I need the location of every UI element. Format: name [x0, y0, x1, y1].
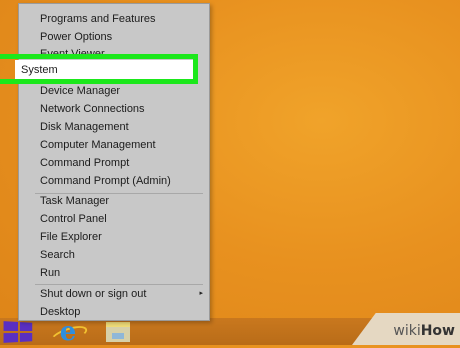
submenu-arrow-icon: ▸: [199, 290, 203, 297]
menu-item-file-explorer[interactable]: File Explorer: [19, 228, 209, 246]
menu-item-command-prompt-admin[interactable]: Command Prompt (Admin): [19, 172, 209, 190]
power-user-menu: Programs and Features Power Options Even…: [18, 3, 210, 321]
menu-item-computer-management[interactable]: Computer Management: [19, 136, 209, 154]
menu-item-task-manager[interactable]: Task Manager: [19, 192, 209, 210]
menu-item-command-prompt[interactable]: Command Prompt: [19, 154, 209, 172]
windows-start-icon[interactable]: [3, 321, 33, 343]
menu-item-network-connections[interactable]: Network Connections: [19, 100, 209, 118]
menu-item-disk-management[interactable]: Disk Management: [19, 118, 209, 136]
menu-item-power-options[interactable]: Power Options: [19, 28, 209, 46]
menu-item-device-manager[interactable]: Device Manager: [19, 82, 209, 100]
watermark-prefix: wiki: [393, 323, 421, 339]
menu-item-control-panel[interactable]: Control Panel: [19, 210, 209, 228]
wikihow-watermark: wikiHow: [393, 323, 455, 339]
internet-explorer-icon[interactable]: e: [55, 319, 81, 345]
menu-item-desktop[interactable]: Desktop: [19, 303, 209, 321]
menu-item-programs-and-features[interactable]: Programs and Features: [19, 10, 209, 28]
menu-item-label: Shut down or sign out: [40, 288, 147, 300]
menu-item-search[interactable]: Search: [19, 246, 209, 264]
menu-item-run[interactable]: Run: [19, 264, 209, 282]
menu-item-shut-down-or-sign-out[interactable]: Shut down or sign out ▸: [19, 285, 209, 303]
file-explorer-icon[interactable]: [106, 322, 130, 342]
watermark-suffix: How: [420, 323, 455, 339]
highlight-box: [0, 54, 198, 84]
